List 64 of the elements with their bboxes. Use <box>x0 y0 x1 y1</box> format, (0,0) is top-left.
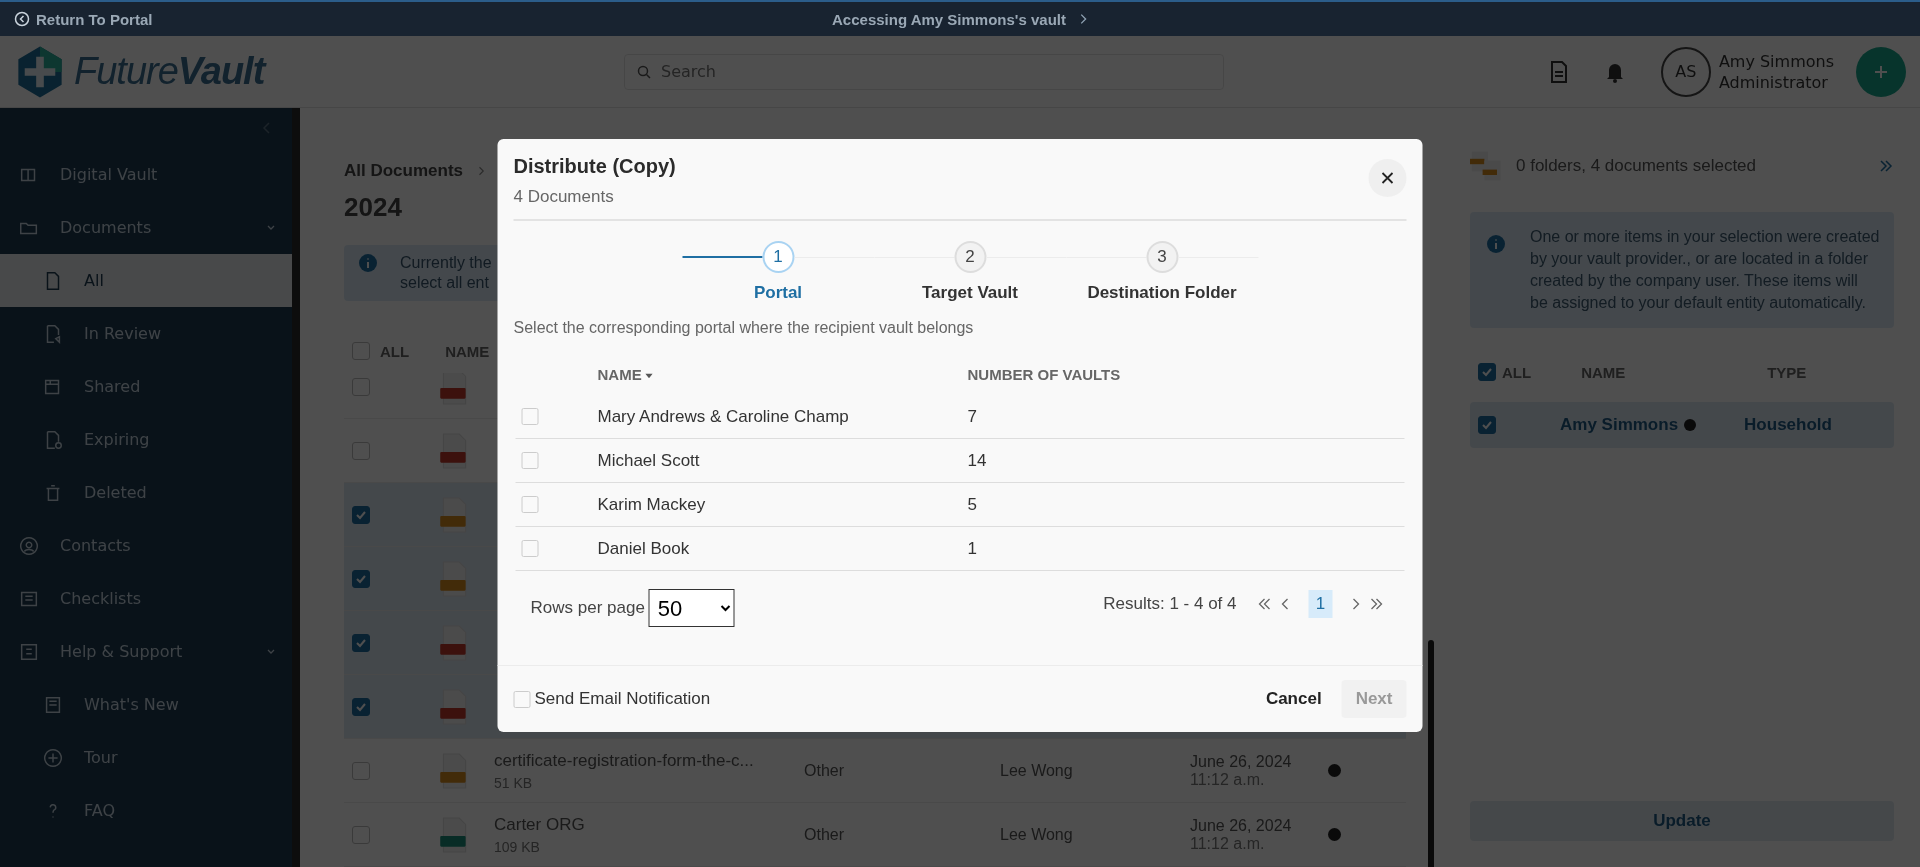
checkbox[interactable] <box>1478 416 1496 434</box>
checkbox[interactable] <box>1478 363 1496 381</box>
portal-name: Mary Andrews & Caroline Champ <box>597 406 850 427</box>
portal-name: Karim Mackey <box>597 494 707 515</box>
vault-count: 1 <box>967 538 977 559</box>
first-page-icon[interactable] <box>1256 596 1273 612</box>
rows-per-page-label: Rows per page <box>530 598 645 618</box>
user-role: Administrator <box>1718 71 1829 93</box>
vault-count: 5 <box>967 494 977 515</box>
page-number[interactable]: 1 <box>1308 590 1333 618</box>
step-number[interactable]: 1 <box>762 241 794 273</box>
close-button[interactable] <box>1368 159 1407 197</box>
entity-type: Household <box>1744 415 1832 435</box>
rows-per-page-select[interactable]: 50 <box>648 589 735 627</box>
previous-page-icon[interactable] <box>1280 596 1291 612</box>
check-icon <box>1481 419 1493 431</box>
step-label[interactable]: Portal <box>753 283 803 303</box>
checkbox[interactable] <box>352 505 370 524</box>
entity-name[interactable]: Amy Simmons <box>1560 415 1679 435</box>
cancel-button[interactable]: Cancel <box>1253 681 1334 717</box>
results-count: Results: 1 - 4 of 4 <box>1103 594 1237 614</box>
checkbox[interactable] <box>352 697 370 716</box>
column-header: NUMBER OF VAULTS <box>967 365 1121 383</box>
contacts-icon <box>18 534 40 557</box>
vault-count: 7 <box>967 406 977 427</box>
user-name: Amy Simmons <box>1718 50 1834 72</box>
checkbox-label[interactable]: Send Email Notification <box>534 689 711 709</box>
next-page-icon[interactable] <box>1350 596 1361 612</box>
return-to-portal-link[interactable]: Return To Portal <box>14 10 833 28</box>
info-icon <box>1486 234 1506 254</box>
document-icon[interactable] <box>1548 59 1569 84</box>
vault-count: 14 <box>967 450 987 471</box>
status-dot <box>1328 764 1341 777</box>
double-chevron-icon[interactable] <box>1878 158 1894 174</box>
portal-name: Daniel Book <box>597 538 691 559</box>
step-number[interactable]: 2 <box>954 241 986 273</box>
portal-name: Michael Scott <box>597 450 701 471</box>
vault-access-notice: Accessing Amy Simmons's vault <box>832 10 1066 28</box>
search-icon <box>636 63 652 80</box>
check-icon <box>1481 366 1493 378</box>
plus-icon <box>1873 63 1889 80</box>
add-button[interactable] <box>1856 46 1906 97</box>
status-dot <box>1684 419 1697 431</box>
instruction-text: Select the corresponding portal where the recipient vault belongs <box>513 319 975 337</box>
update-button[interactable]: Update <box>1470 801 1894 841</box>
tour-icon <box>42 746 64 769</box>
checkbox[interactable] <box>352 633 370 652</box>
last-page-icon[interactable] <box>1368 596 1385 612</box>
sidebar-item[interactable]: All <box>0 254 292 307</box>
checkbox[interactable] <box>352 569 370 588</box>
status-dot <box>1328 828 1341 841</box>
breadcrumb-link[interactable]: All Documents <box>344 161 464 181</box>
step-number[interactable]: 3 <box>1146 241 1178 273</box>
step-label[interactable]: Target Vault <box>921 283 1018 303</box>
user-avatar[interactable]: AS <box>1660 46 1711 97</box>
page-title: 2024 <box>344 192 402 223</box>
logo-wordmark: FutureVault <box>74 50 265 93</box>
close-icon <box>1379 170 1396 186</box>
info-icon <box>358 253 378 273</box>
dialog-subtitle: 4 Documents <box>513 187 615 207</box>
chevron-right-icon <box>477 165 486 177</box>
dialog-title: Distribute (Copy) <box>513 155 676 178</box>
step-label[interactable]: Destination Folder <box>1087 283 1237 303</box>
column-header[interactable]: NAME <box>597 365 968 383</box>
